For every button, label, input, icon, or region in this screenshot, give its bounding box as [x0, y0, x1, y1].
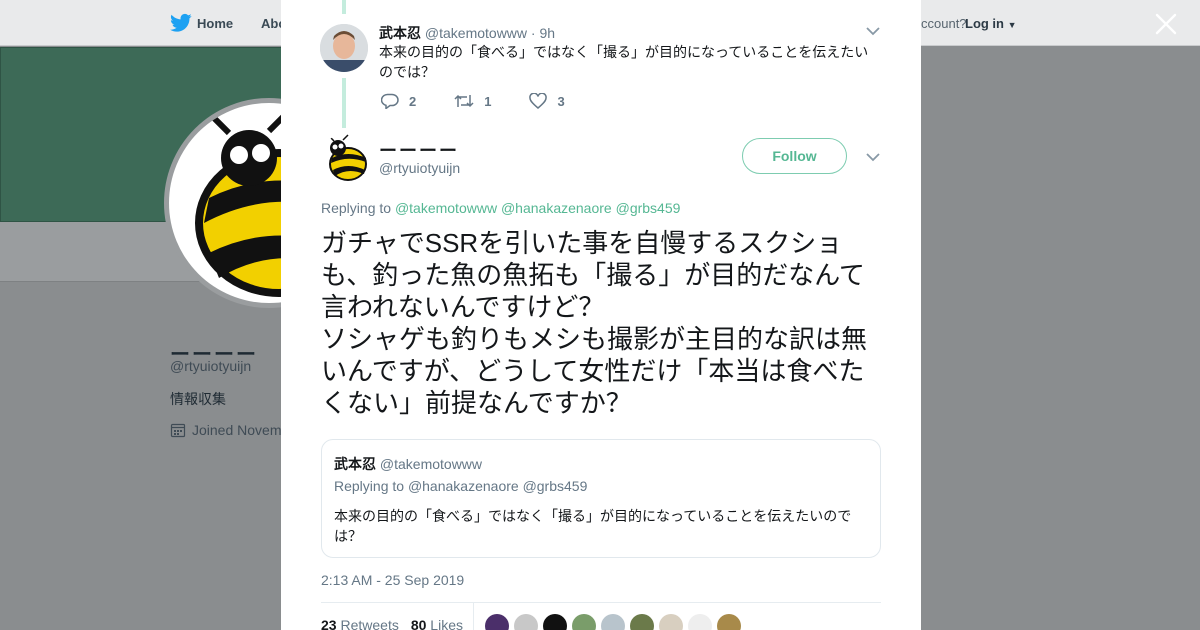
mention-link[interactable]: @takemotowww — [395, 200, 497, 216]
tweet-stats: 23 Retweets 80 Likes — [321, 617, 463, 630]
quoted-tweet-text: 本来の目的の「食べる」ではなく「撮る」が目的になっていることを伝えたいのでは？ — [334, 508, 852, 544]
mention-link[interactable]: @grbs459 — [616, 200, 681, 216]
follow-button[interactable]: Follow — [742, 138, 847, 174]
reply-count: 2 — [409, 93, 417, 109]
tweet-timestamp[interactable]: 2:13 AM - 25 Sep 2019 — [321, 572, 464, 588]
quoted-tweet[interactable]: 武本忍 @takemotowww Replying to @hanakazena… — [321, 439, 881, 558]
replying-prefix: Replying to — [321, 200, 392, 216]
retweets-label: Retweets — [340, 617, 399, 630]
quoted-replying-to: Replying to @hanakazenaore @grbs459 — [334, 478, 587, 494]
quoted-tweet-header: 武本忍 @takemotowww — [334, 454, 482, 474]
tweet-author-avatar[interactable] — [320, 134, 370, 184]
likes-label: Likes — [430, 617, 463, 630]
tweet-text: ガチャでSSRを引いた事を自慢するスクショも、釣った魚の魚拓も「撮る」が目的だな… — [321, 227, 881, 419]
tweet-text-paragraph: ガチャでSSRを引いた事を自慢するスクショも、釣った魚の魚拓も「撮る」が目的だな… — [321, 228, 865, 322]
liker-avatar[interactable] — [630, 614, 654, 630]
liker-avatar[interactable] — [485, 614, 509, 630]
tweet-text-paragraph: ソシャゲも釣りもメシも撮影が主目的な訳は無いんですが、どうして女性だけ「本当は食… — [321, 324, 868, 418]
retweet-button[interactable]: 1 — [454, 93, 491, 109]
retweet-count: 1 — [484, 93, 492, 109]
nav-home[interactable]: Home — [197, 16, 233, 31]
login-link[interactable]: Log in ▼ — [965, 16, 1017, 31]
chevron-down-icon[interactable] — [866, 26, 880, 36]
account-prompt: ccount? — [921, 16, 967, 31]
retweets-stat[interactable]: 23 Retweets — [321, 617, 399, 630]
like-count: 3 — [557, 93, 565, 109]
parent-tweet-actions: 2 1 3 — [381, 93, 603, 109]
close-icon[interactable] — [1152, 10, 1180, 38]
retweets-total: 23 — [321, 617, 337, 630]
liker-avatar[interactable] — [659, 614, 683, 630]
liker-avatar[interactable] — [717, 614, 741, 630]
heart-icon — [529, 93, 548, 109]
quoted-author-name: 武本忍 — [334, 456, 376, 472]
liker-avatar[interactable] — [514, 614, 538, 630]
liker-avatars — [485, 614, 741, 630]
liker-avatar[interactable] — [688, 614, 712, 630]
thread-line-bottom — [342, 78, 346, 128]
liker-avatar[interactable] — [543, 614, 567, 630]
like-button[interactable]: 3 — [529, 93, 565, 109]
twitter-bird-icon[interactable] — [170, 13, 192, 33]
likes-total: 80 — [410, 617, 427, 630]
profile-bio: 情報収集 — [170, 391, 226, 407]
calendar-icon — [170, 423, 186, 438]
quoted-replying-prefix: Replying to — [334, 478, 405, 494]
login-label[interactable]: Log in — [965, 16, 1004, 31]
parent-tweet-time[interactable]: · 9h — [531, 25, 555, 41]
person-avatar-icon — [320, 24, 368, 72]
quoted-replying-handles: @hanakazenaore @grbs459 — [407, 478, 588, 494]
bee-avatar-icon — [320, 134, 370, 184]
caret-down-icon: ▼ — [1007, 20, 1017, 30]
stats-vertical-divider — [473, 603, 474, 630]
profile-handle: @rtyuiotyuijn — [170, 358, 252, 374]
retweet-icon — [454, 94, 474, 108]
mention-link[interactable]: @hanakazenaore — [501, 200, 612, 216]
likes-stat[interactable]: 80 Likes — [411, 617, 463, 630]
replying-to: Replying to @takemotowww @hanakazenaore … — [321, 200, 680, 216]
tweet-author-handle[interactable]: @rtyuiotyuijn — [379, 160, 460, 176]
liker-avatar[interactable] — [572, 614, 596, 630]
parent-avatar[interactable] — [320, 24, 368, 72]
parent-tweet-header: 武本忍 @takemotowww · 9h — [379, 23, 555, 43]
parent-author-handle[interactable]: @takemotowww — [425, 25, 527, 41]
parent-author-name[interactable]: 武本忍 — [379, 25, 421, 41]
reply-button[interactable]: 2 — [381, 93, 416, 109]
parent-tweet-text: 本来の目的の「食べる」ではなく「撮る」が目的になっていることを伝えたいのでは？ — [379, 44, 869, 80]
liker-avatar[interactable] — [601, 614, 625, 630]
thread-line-top — [342, 0, 346, 14]
profile-joined: Joined Novem — [170, 422, 282, 438]
quoted-author-handle: @takemotowww — [379, 456, 483, 472]
joined-text: Joined Novem — [192, 422, 282, 438]
reply-icon — [381, 93, 399, 109]
chevron-down-icon[interactable] — [866, 152, 880, 162]
stats-divider — [321, 602, 881, 603]
